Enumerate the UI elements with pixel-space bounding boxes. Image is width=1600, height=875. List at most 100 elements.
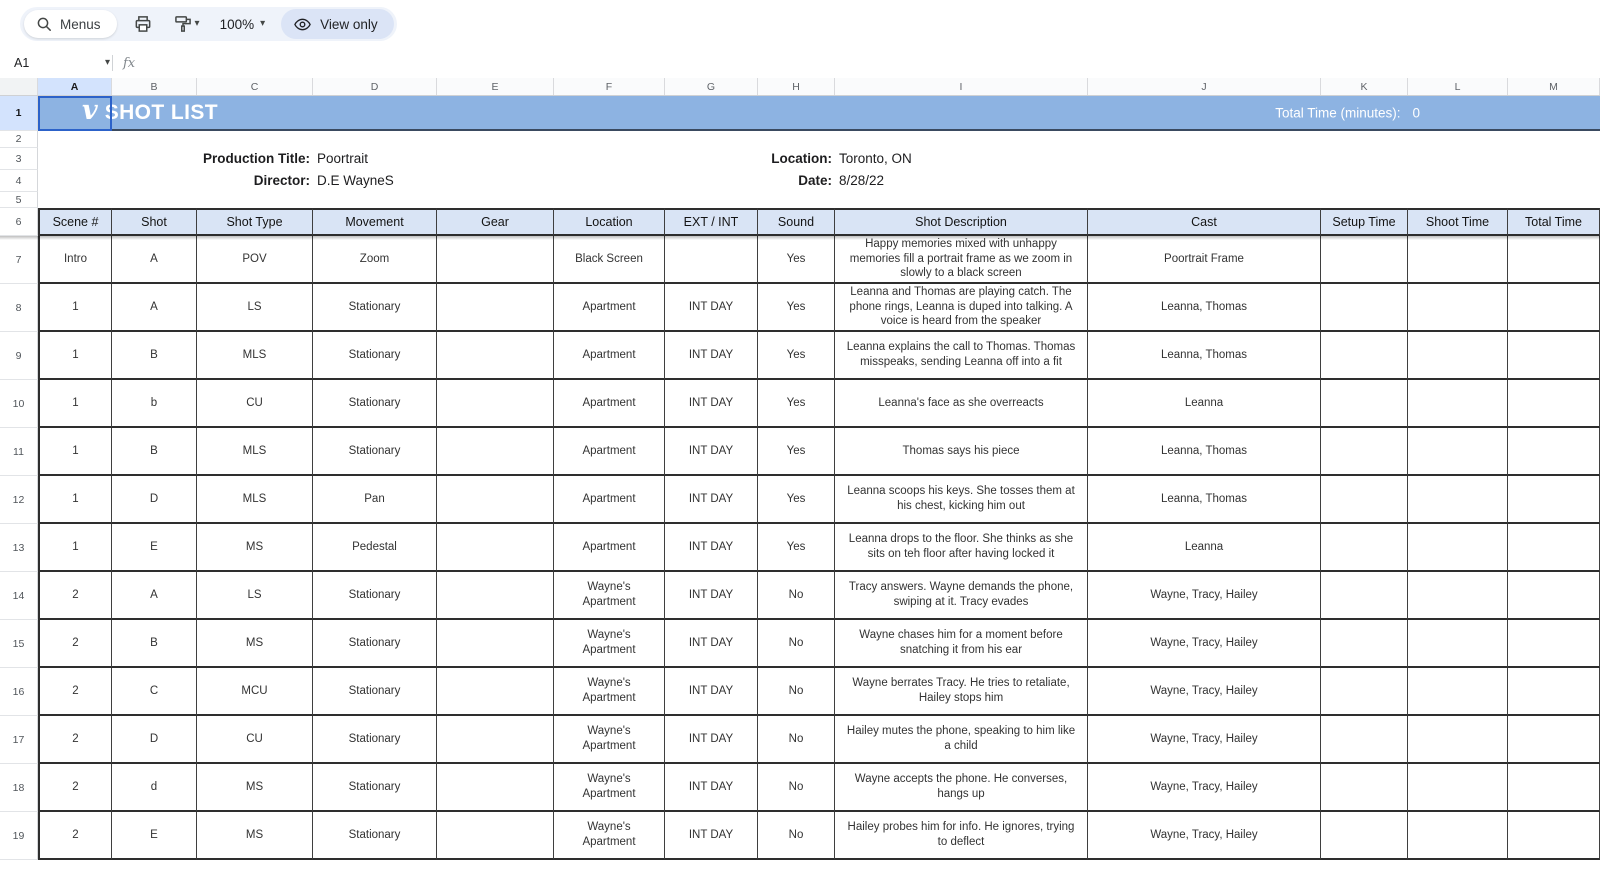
cell-I13[interactable]: Leanna drops to the floor. She thinks as… [835, 524, 1088, 572]
cell-L13[interactable] [1408, 524, 1508, 572]
cell-G8[interactable]: INT DAY [665, 284, 758, 332]
column-header-K[interactable]: K [1321, 78, 1408, 95]
cell-G19[interactable]: INT DAY [665, 812, 758, 860]
cell-I12[interactable]: Leanna scoops his keys. She tosses them … [835, 476, 1088, 524]
cell-D18[interactable]: Stationary [313, 764, 437, 812]
cell-M9[interactable] [1508, 332, 1600, 380]
header-cell-D6[interactable]: Movement [313, 208, 437, 236]
column-header-H[interactable]: H [758, 78, 835, 95]
row-header-19[interactable]: 19 [0, 812, 38, 860]
zoom-control[interactable]: 100% ▾ [216, 17, 270, 32]
cell-A17[interactable]: 2 [38, 716, 112, 764]
row-header-7[interactable]: 7 [0, 236, 38, 284]
cell-J17[interactable]: Wayne, Tracy, Hailey [1088, 716, 1321, 764]
cell-H17[interactable]: No [758, 716, 835, 764]
cell-D14[interactable]: Stationary [313, 572, 437, 620]
cell-G16[interactable]: INT DAY [665, 668, 758, 716]
menus-button[interactable]: Menus [24, 10, 117, 38]
cell-L14[interactable] [1408, 572, 1508, 620]
row-header-16[interactable]: 16 [0, 668, 38, 716]
header-cell-E6[interactable]: Gear [437, 208, 554, 236]
cell-E7[interactable] [437, 236, 554, 284]
cell-B15[interactable]: B [112, 620, 197, 668]
column-header-M[interactable]: M [1508, 78, 1600, 95]
cell-I7[interactable]: Happy memories mixed with unhappy memori… [835, 236, 1088, 284]
cell-E17[interactable] [437, 716, 554, 764]
cell-E10[interactable] [437, 380, 554, 428]
cell-G14[interactable]: INT DAY [665, 572, 758, 620]
cell-J19[interactable]: Wayne, Tracy, Hailey [1088, 812, 1321, 860]
cell-A9[interactable]: 1 [38, 332, 112, 380]
cell-E12[interactable] [437, 476, 554, 524]
print-button[interactable] [129, 12, 157, 36]
cell-L17[interactable] [1408, 716, 1508, 764]
cell-C14[interactable]: LS [197, 572, 313, 620]
cell-F16[interactable]: Wayne's Apartment [554, 668, 665, 716]
cell-G15[interactable]: INT DAY [665, 620, 758, 668]
row-header-18[interactable]: 18 [0, 764, 38, 812]
cell-H19[interactable]: No [758, 812, 835, 860]
cell-G13[interactable]: INT DAY [665, 524, 758, 572]
formula-input[interactable] [147, 48, 1600, 78]
cell-A8[interactable]: 1 [38, 284, 112, 332]
cell-K17[interactable] [1321, 716, 1408, 764]
row-header-13[interactable]: 13 [0, 524, 38, 572]
cell-B9[interactable]: B [112, 332, 197, 380]
row-header-17[interactable]: 17 [0, 716, 38, 764]
banner-cell[interactable]: v SHOT LIST Total Time (minutes): 0 [38, 96, 1600, 131]
cell-J11[interactable]: Leanna, Thomas [1088, 428, 1321, 476]
cell-F13[interactable]: Apartment [554, 524, 665, 572]
cell-M16[interactable] [1508, 668, 1600, 716]
cell-G18[interactable]: INT DAY [665, 764, 758, 812]
cell-H8[interactable]: Yes [758, 284, 835, 332]
cell-K11[interactable] [1321, 428, 1408, 476]
paint-format-button[interactable]: ▾ [169, 12, 204, 36]
cell-K19[interactable] [1321, 812, 1408, 860]
name-box[interactable]: A1 ▾ [0, 56, 110, 70]
column-header-F[interactable]: F [554, 78, 665, 95]
cell-H13[interactable]: Yes [758, 524, 835, 572]
cell-B8[interactable]: A [112, 284, 197, 332]
cell-E13[interactable] [437, 524, 554, 572]
cell-H9[interactable]: Yes [758, 332, 835, 380]
production-title-value[interactable]: Poortrait [317, 148, 368, 170]
cell-G17[interactable]: INT DAY [665, 716, 758, 764]
cell-I9[interactable]: Leanna explains the call to Thomas. Thom… [835, 332, 1088, 380]
header-cell-M6[interactable]: Total Time [1508, 208, 1600, 236]
cell-J14[interactable]: Wayne, Tracy, Hailey [1088, 572, 1321, 620]
cell-K12[interactable] [1321, 476, 1408, 524]
column-header-L[interactable]: L [1408, 78, 1508, 95]
cell-C15[interactable]: MS [197, 620, 313, 668]
director-value[interactable]: D.E WayneS [317, 170, 394, 192]
cell-H12[interactable]: Yes [758, 476, 835, 524]
cell-J7[interactable]: Poortrait Frame [1088, 236, 1321, 284]
cell-L11[interactable] [1408, 428, 1508, 476]
cell-F14[interactable]: Wayne's Apartment [554, 572, 665, 620]
row-header-8[interactable]: 8 [0, 284, 38, 332]
cell-L8[interactable] [1408, 284, 1508, 332]
cell-C18[interactable]: MS [197, 764, 313, 812]
cell-G10[interactable]: INT DAY [665, 380, 758, 428]
cell-L12[interactable] [1408, 476, 1508, 524]
cell-A12[interactable]: 1 [38, 476, 112, 524]
cell-A15[interactable]: 2 [38, 620, 112, 668]
cell-D16[interactable]: Stationary [313, 668, 437, 716]
cell-M8[interactable] [1508, 284, 1600, 332]
cell-L7[interactable] [1408, 236, 1508, 284]
cell-J10[interactable]: Leanna [1088, 380, 1321, 428]
header-cell-F6[interactable]: Location [554, 208, 665, 236]
cell-M12[interactable] [1508, 476, 1600, 524]
cell-E11[interactable] [437, 428, 554, 476]
header-cell-K6[interactable]: Setup Time [1321, 208, 1408, 236]
cell-L9[interactable] [1408, 332, 1508, 380]
cell-B11[interactable]: B [112, 428, 197, 476]
column-header-D[interactable]: D [313, 78, 437, 95]
cell-H15[interactable]: No [758, 620, 835, 668]
cell-B7[interactable]: A [112, 236, 197, 284]
row-header-9[interactable]: 9 [0, 332, 38, 380]
cell-F8[interactable]: Apartment [554, 284, 665, 332]
cell-K14[interactable] [1321, 572, 1408, 620]
cell-M13[interactable] [1508, 524, 1600, 572]
cell-K16[interactable] [1321, 668, 1408, 716]
cell-C9[interactable]: MLS [197, 332, 313, 380]
